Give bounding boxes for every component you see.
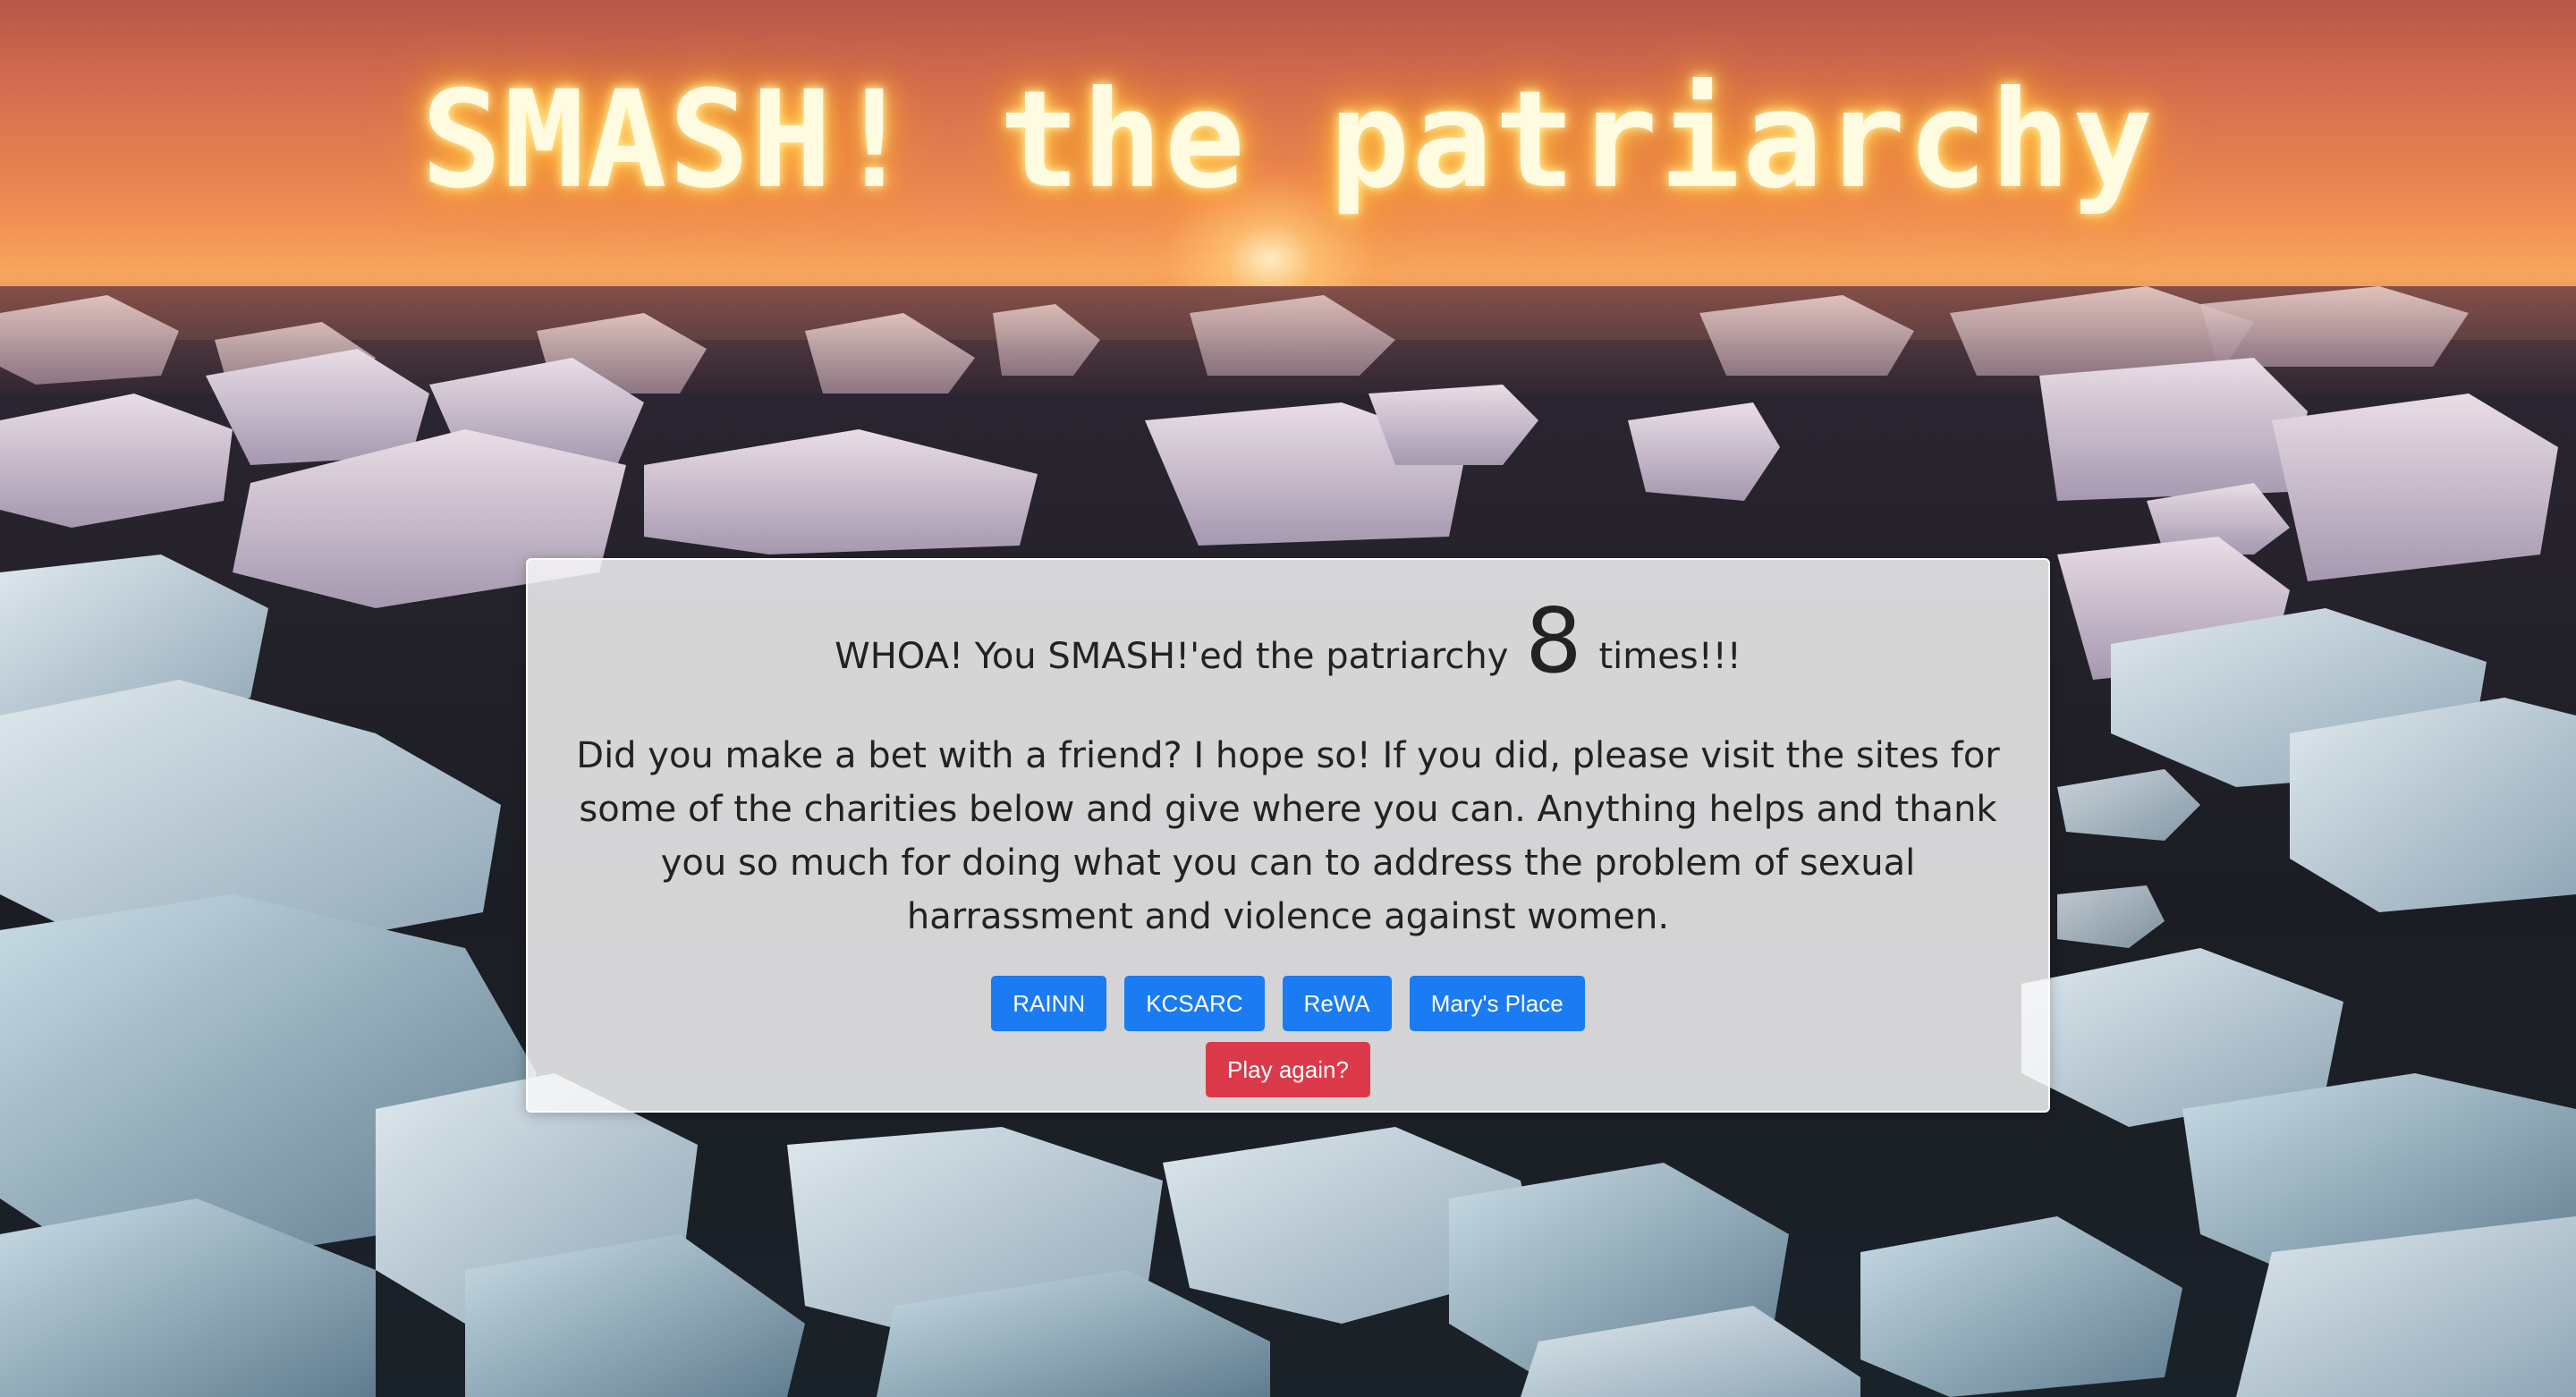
charity-button-kcsarc[interactable]: KCSARC <box>1124 976 1265 1031</box>
play-again-button[interactable]: Play again? <box>1206 1042 1370 1097</box>
actions-row: Play again? <box>528 1042 2048 1097</box>
charity-links: RAINN KCSARC ReWA Mary's Place <box>528 976 2048 1031</box>
charity-button-marys-place[interactable]: Mary's Place <box>1409 976 1585 1031</box>
charity-button-rainn[interactable]: RAINN <box>991 976 1107 1031</box>
smash-count: 8 <box>1525 588 1582 693</box>
score-prefix: WHOA! You SMASH!'ed the patriarchy <box>835 636 1509 677</box>
result-card: WHOA! You SMASH!'ed the patriarchy 8 tim… <box>526 558 2050 1113</box>
score-line: WHOA! You SMASH!'ed the patriarchy 8 tim… <box>528 592 2048 706</box>
charity-button-rewa[interactable]: ReWA <box>1282 976 1392 1031</box>
charity-message: Did you make a bet with a friend? I hope… <box>576 735 2000 937</box>
page-title: SMASH! the patriarchy <box>420 63 2156 218</box>
score-suffix: times!!! <box>1598 636 1741 677</box>
